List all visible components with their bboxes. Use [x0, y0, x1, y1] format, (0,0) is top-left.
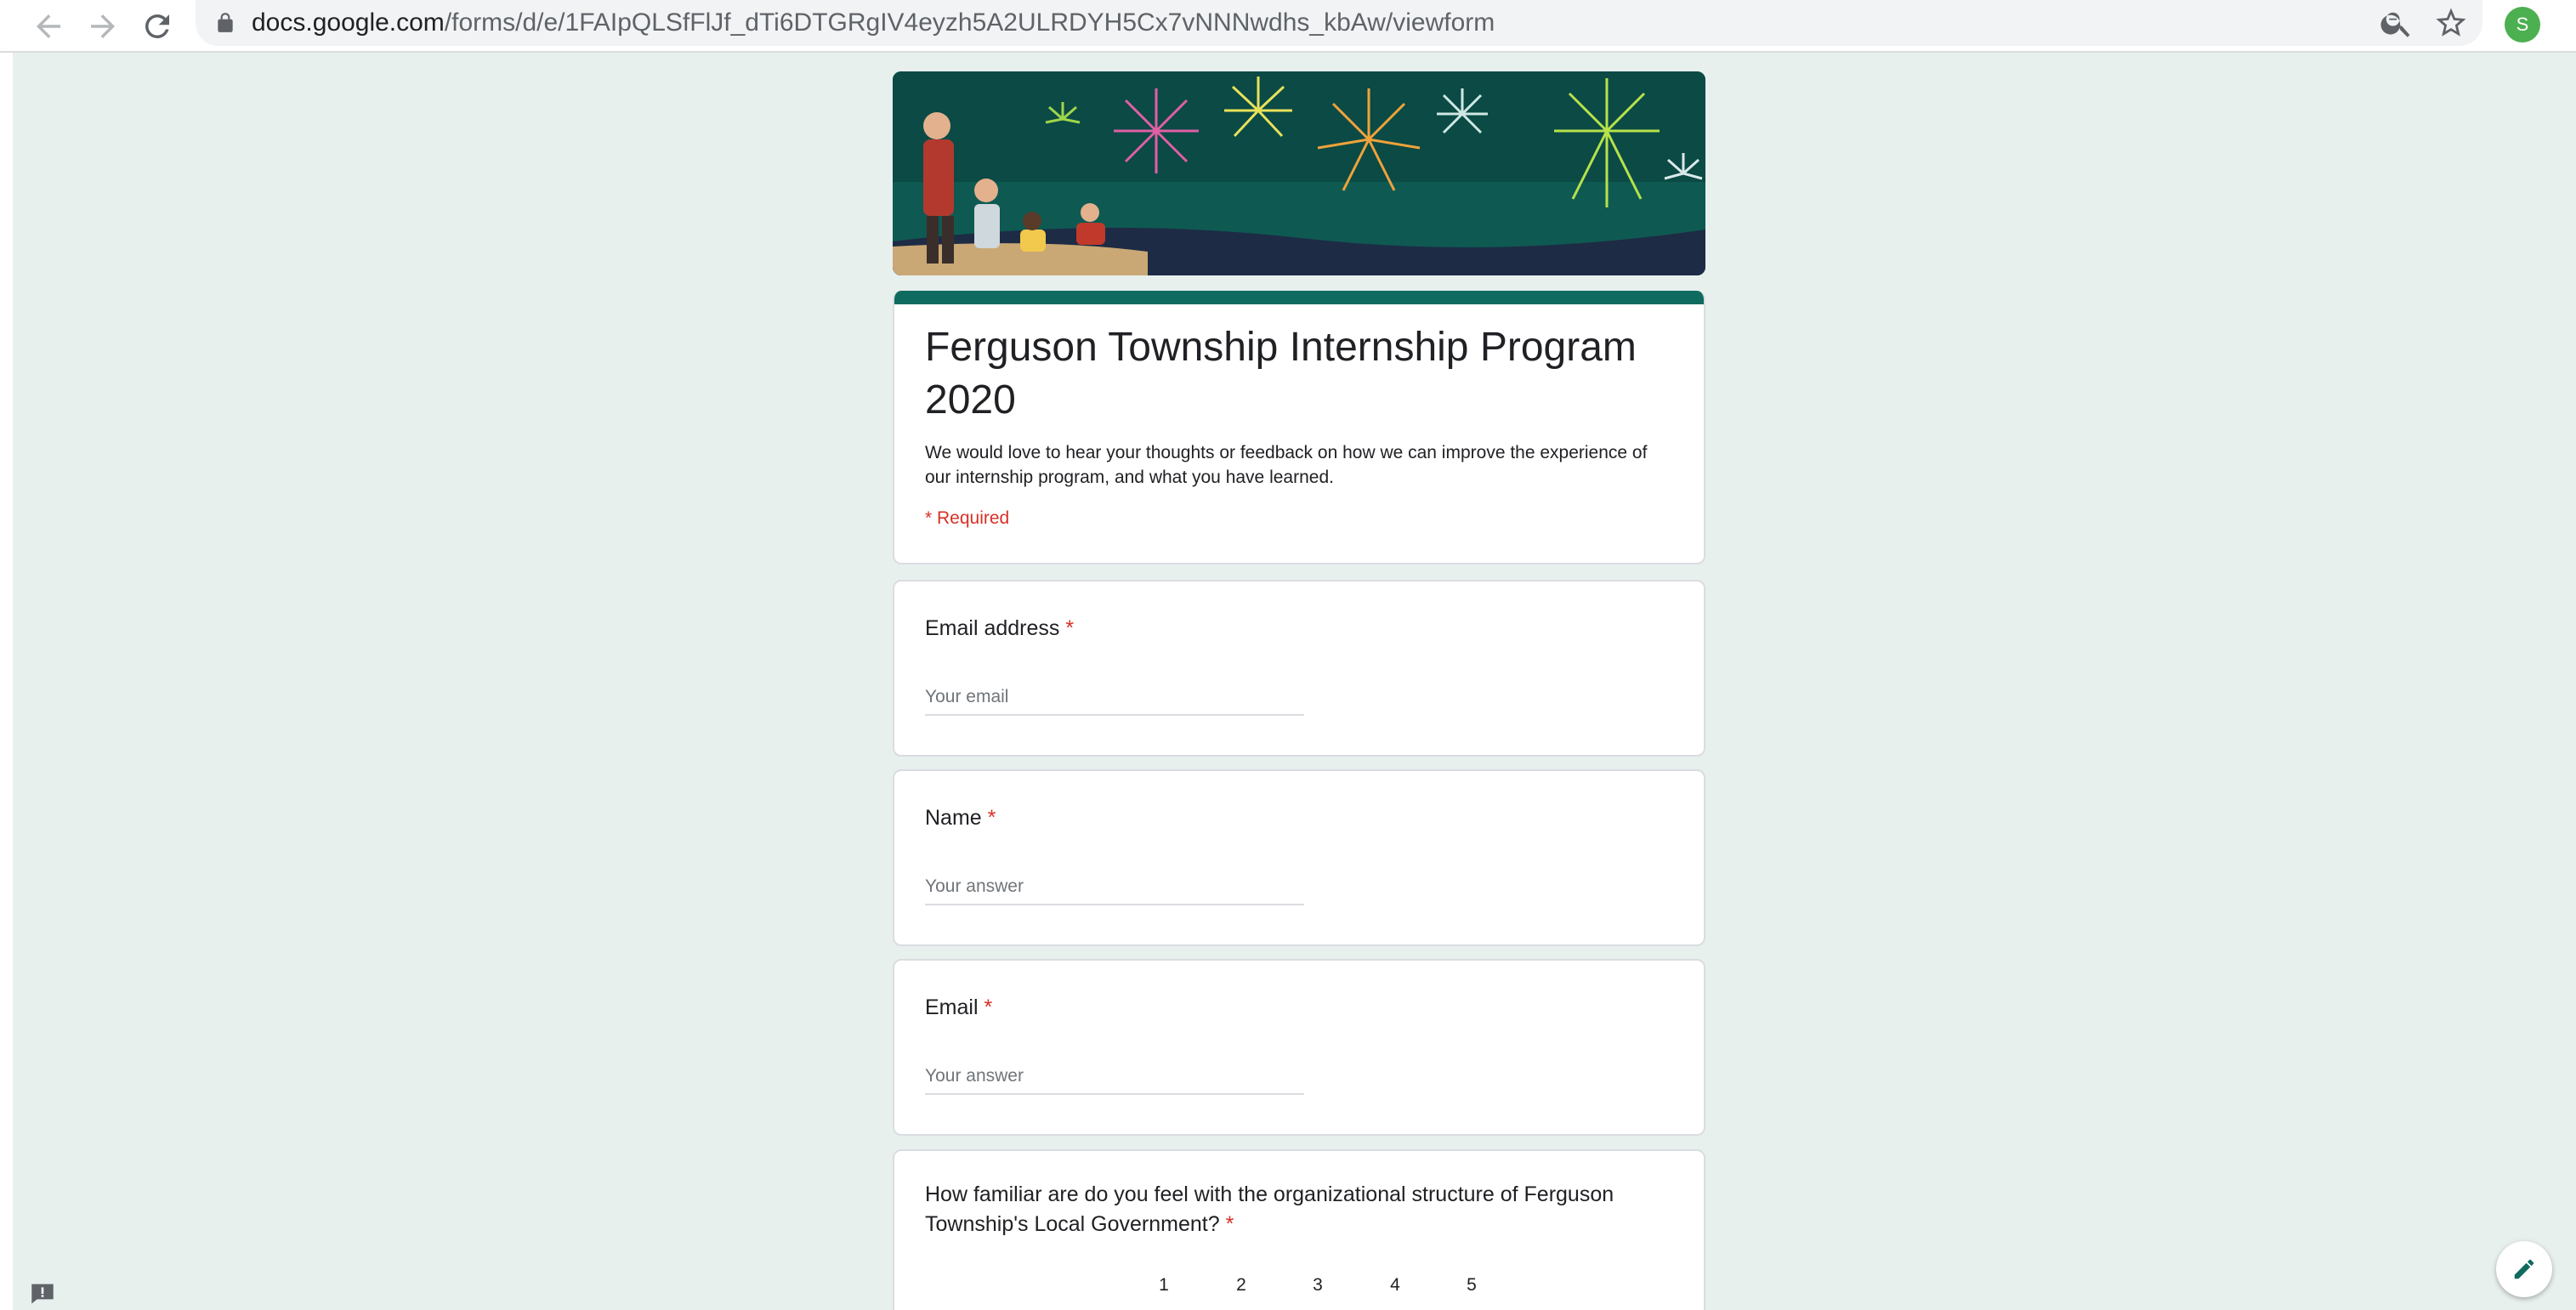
- back-arrow-icon[interactable]: [31, 9, 66, 44]
- question-label: Email address *: [925, 615, 1074, 641]
- address-bar[interactable]: docs.google.com/forms/d/e/1FAIpQLSfFlJf_…: [196, 0, 2482, 46]
- title-card-accent-bar: [894, 291, 1704, 304]
- required-asterisk: *: [1225, 1212, 1234, 1236]
- forward-arrow-icon[interactable]: [85, 9, 121, 44]
- scale-option-1[interactable]: 1: [1151, 1275, 1177, 1296]
- question-label: Name *: [925, 805, 996, 831]
- url-host: docs.google.com: [252, 9, 445, 37]
- url-path: /forms/d/e/1FAIpQLSfFlJf_dTi6DTGRgIV4eyz…: [444, 9, 1495, 37]
- lock-icon: [214, 12, 236, 34]
- scale-option-4[interactable]: 4: [1382, 1275, 1408, 1296]
- question-email: Email *: [893, 959, 1705, 1136]
- edit-form-button[interactable]: [2496, 1241, 2552, 1297]
- question-name: Name *: [893, 769, 1705, 946]
- page-edge: [0, 53, 13, 1310]
- form-description: We would love to hear your thoughts or f…: [925, 443, 1648, 487]
- reload-icon[interactable]: [139, 9, 175, 44]
- question-label: Email *: [925, 995, 992, 1020]
- pencil-icon: [2514, 1259, 2534, 1279]
- report-feedback-icon[interactable]: [29, 1282, 56, 1306]
- scale-option-3[interactable]: 3: [1305, 1275, 1331, 1296]
- question-label-text: Email address: [925, 616, 1060, 640]
- name-input[interactable]: [925, 870, 1304, 905]
- form-title-card: Ferguson Township Internship Program 202…: [893, 291, 1705, 564]
- email-input[interactable]: [925, 1059, 1304, 1095]
- question-label-text: Email: [925, 995, 979, 1019]
- email-address-input[interactable]: [925, 680, 1304, 716]
- required-note: * Required: [925, 508, 1010, 528]
- question-label: How familiar are do you feel with the or…: [925, 1180, 1673, 1239]
- question-label-text: How familiar are do you feel with the or…: [925, 1182, 1614, 1236]
- form-header-image: [893, 71, 1705, 275]
- required-asterisk: *: [1065, 616, 1075, 640]
- question-label-text: Name: [925, 806, 982, 830]
- question-familiarity-scale: How familiar are do you feel with the or…: [893, 1149, 1705, 1310]
- url-text[interactable]: docs.google.com/forms/d/e/1FAIpQLSfFlJf_…: [252, 9, 1495, 37]
- required-asterisk: *: [987, 806, 996, 830]
- question-email-address: Email address *: [893, 580, 1705, 757]
- fireworks-illustration: [893, 71, 1705, 275]
- form-title: Ferguson Township Internship Program 202…: [925, 325, 1637, 422]
- required-asterisk: *: [984, 995, 993, 1019]
- zoom-out-icon[interactable]: [2379, 5, 2414, 41]
- star-bookmark-icon[interactable]: [2433, 5, 2469, 41]
- browser-toolbar: docs.google.com/forms/d/e/1FAIpQLSfFlJf_…: [0, 0, 2576, 53]
- scale-option-5[interactable]: 5: [1459, 1275, 1484, 1296]
- profile-avatar[interactable]: S: [2505, 7, 2540, 43]
- scale-option-2[interactable]: 2: [1228, 1275, 1254, 1296]
